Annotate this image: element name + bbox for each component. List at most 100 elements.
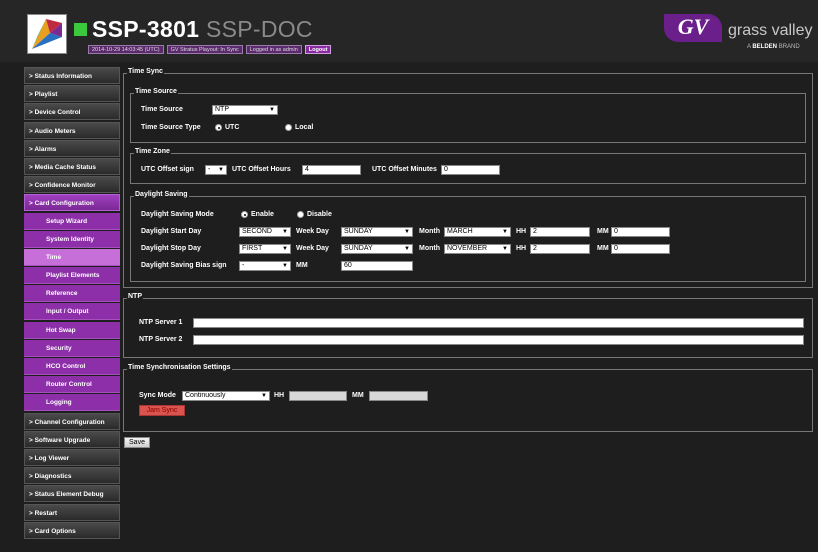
daylight-start-month-select[interactable]: MARCH ▼ xyxy=(444,227,511,237)
daylight-stop-month-label: Month xyxy=(419,245,440,252)
daylight-saving-title: Daylight Saving xyxy=(134,191,189,198)
brand-name: grass valley xyxy=(728,22,813,39)
daylight-start-mm-label: MM xyxy=(597,228,609,235)
daylight-mode-label: Daylight Saving Mode xyxy=(141,211,214,218)
main-content: Time Sync Time Source Time Source NTP ▼ T… xyxy=(123,66,813,552)
product-logo xyxy=(27,14,67,54)
sidebar-item-channel-configuration[interactable]: > Channel Configuration xyxy=(24,412,120,430)
model-name: SSP-DOC xyxy=(205,16,313,42)
daylight-stop-hh-input[interactable]: 2 xyxy=(530,244,590,254)
daylight-bias-label: Daylight Saving Bias sign xyxy=(141,262,227,269)
sidebar-subitem-setup-wizard[interactable]: Setup Wizard xyxy=(24,212,120,230)
brand-sub-suffix: BRAND xyxy=(778,44,800,50)
sidebar-item-alarms[interactable]: > Alarms xyxy=(24,139,120,157)
sidebar-item-playlist[interactable]: > Playlist xyxy=(24,85,120,103)
chevron-down-icon: ▼ xyxy=(282,263,288,269)
brand-logo: GV grass valley A BELDEN BRAND xyxy=(664,14,812,54)
sidebar: > Status Information > Playlist > Device… xyxy=(24,67,120,540)
sidebar-item-software-upgrade[interactable]: > Software Upgrade xyxy=(24,430,120,448)
ntp-fieldset: NTP NTP Server 1 NTP Server 2 xyxy=(123,293,813,358)
sidebar-subitem-hot-swap[interactable]: Hot Swap xyxy=(24,321,120,339)
sidebar-item-card-configuration[interactable]: > Card Configuration xyxy=(24,194,120,212)
sidebar-item-log-viewer[interactable]: > Log Viewer xyxy=(24,448,120,466)
utc-offset-minutes-input[interactable]: 0 xyxy=(441,165,500,175)
time-source-fieldset: Time Source Time Source NTP ▼ Time Source… xyxy=(130,88,806,143)
ntp-server1-label: NTP Server 1 xyxy=(139,319,183,326)
sync-hh-input[interactable] xyxy=(289,391,347,401)
daylight-start-week-select[interactable]: SECOND ▼ xyxy=(239,227,291,237)
sidebar-subitem-input-output[interactable]: Input / Output xyxy=(24,303,120,321)
daylight-bias-sign-value: - xyxy=(242,262,245,269)
sidebar-subitem-logging[interactable]: Logging xyxy=(24,394,120,412)
daylight-start-day-select[interactable]: SUNDAY ▼ xyxy=(341,227,413,237)
time-source-value: NTP xyxy=(215,106,229,113)
header: SSP-3801 SSP-DOC 2014-10-29 14:03:45 (UT… xyxy=(0,0,818,62)
time-source-title: Time Source xyxy=(134,88,178,95)
chevron-down-icon: ▼ xyxy=(282,229,288,235)
daylight-stop-day-select[interactable]: SUNDAY ▼ xyxy=(341,244,413,254)
sync-mm-label: MM xyxy=(352,392,364,399)
daylight-stop-week-select[interactable]: FIRST ▼ xyxy=(239,244,291,254)
time-source-type-label: Time Source Type xyxy=(141,124,201,131)
utc-offset-sign-label: UTC Offset sign xyxy=(141,166,194,173)
ntp-server2-input[interactable] xyxy=(193,335,804,345)
chevron-down-icon: ▼ xyxy=(269,107,275,113)
utc-offset-hours-input[interactable]: 4 xyxy=(302,165,361,175)
daylight-stop-day-value: SUNDAY xyxy=(344,245,373,252)
daylight-stop-month-select[interactable]: NOVEMBER ▼ xyxy=(444,244,511,254)
sidebar-item-audio-meters[interactable]: > Audio Meters xyxy=(24,121,120,139)
utc-offset-sign-select[interactable]: - ▼ xyxy=(205,165,227,175)
daylight-stop-mm-input[interactable]: 0 xyxy=(611,244,670,254)
sidebar-item-confidence-monitor[interactable]: > Confidence Monitor xyxy=(24,176,120,194)
ntp-server2-label: NTP Server 2 xyxy=(139,336,183,343)
time-sync-title: Time Sync xyxy=(127,68,164,75)
sync-mode-select[interactable]: Continuously ▼ xyxy=(182,391,270,401)
time-sync-fieldset: Time Sync Time Source Time Source NTP ▼ T… xyxy=(123,68,813,288)
daylight-enable-radio[interactable] xyxy=(241,211,248,218)
gv-mark: GV xyxy=(664,14,722,42)
sidebar-item-device-control[interactable]: > Device Control xyxy=(24,103,120,121)
daylight-start-hh-input[interactable]: 2 xyxy=(530,227,590,237)
daylight-saving-fieldset: Daylight Saving Daylight Saving Mode Ena… xyxy=(130,191,806,282)
time-source-local-radio[interactable] xyxy=(285,124,292,131)
daylight-stop-hh-label: HH xyxy=(516,245,527,252)
logout-button[interactable]: Logout xyxy=(304,45,332,54)
status-datetime: 2014-10-29 14:03:45 (UTC) xyxy=(88,45,164,54)
sync-mode-value: Continuously xyxy=(185,392,226,399)
page-title: SSP-3801 SSP-DOC xyxy=(92,16,313,42)
daylight-start-mm-input[interactable]: 0 xyxy=(611,227,670,237)
sidebar-item-diagnostics[interactable]: > Diagnostics xyxy=(24,467,120,485)
ntp-server1-input[interactable] xyxy=(193,318,804,328)
time-source-utc-label: UTC xyxy=(225,124,240,131)
sidebar-item-media-cache-status[interactable]: > Media Cache Status xyxy=(24,157,120,175)
sync-mm-input[interactable] xyxy=(369,391,428,401)
daylight-start-month-value: MARCH xyxy=(447,228,473,235)
daylight-bias-sign-select[interactable]: - ▼ xyxy=(239,261,291,271)
sidebar-item-status-element-debug[interactable]: > Status Element Debug xyxy=(24,485,120,503)
sidebar-subitem-time[interactable]: Time xyxy=(24,248,120,266)
ntp-title: NTP xyxy=(127,293,143,300)
chevron-down-icon: ▼ xyxy=(261,393,267,399)
sidebar-item-card-options[interactable]: > Card Options xyxy=(24,521,120,539)
daylight-bias-mm-input[interactable]: 60 xyxy=(341,261,413,271)
chevron-down-icon: ▼ xyxy=(218,167,224,173)
sidebar-subitem-router-control[interactable]: Router Control xyxy=(24,376,120,394)
time-zone-title: Time Zone xyxy=(134,148,171,155)
app-window: SSP-3801 SSP-DOC 2014-10-29 14:03:45 (UT… xyxy=(0,0,818,552)
sidebar-subitem-playlist-elements[interactable]: Playlist Elements xyxy=(24,267,120,285)
daylight-start-week-value: SECOND xyxy=(242,228,272,235)
daylight-disable-radio[interactable] xyxy=(297,211,304,218)
sidebar-subitem-system-identity[interactable]: System Identity xyxy=(24,230,120,248)
time-source-select[interactable]: NTP ▼ xyxy=(212,105,278,115)
status-indicator xyxy=(74,23,87,36)
time-source-utc-radio[interactable] xyxy=(215,124,222,131)
sidebar-item-status-information[interactable]: > Status Information xyxy=(24,67,120,84)
jam-sync-button[interactable]: Jam Sync xyxy=(139,405,185,416)
daylight-start-hh-label: HH xyxy=(516,228,527,235)
sidebar-item-restart[interactable]: > Restart xyxy=(24,503,120,521)
sidebar-subitem-security[interactable]: Security xyxy=(24,339,120,357)
utc-offset-hours-label: UTC Offset Hours xyxy=(232,166,291,173)
sidebar-subitem-hco-control[interactable]: HCO Control xyxy=(24,358,120,375)
sidebar-subitem-reference[interactable]: Reference xyxy=(24,285,120,303)
save-button[interactable]: Save xyxy=(124,437,150,448)
